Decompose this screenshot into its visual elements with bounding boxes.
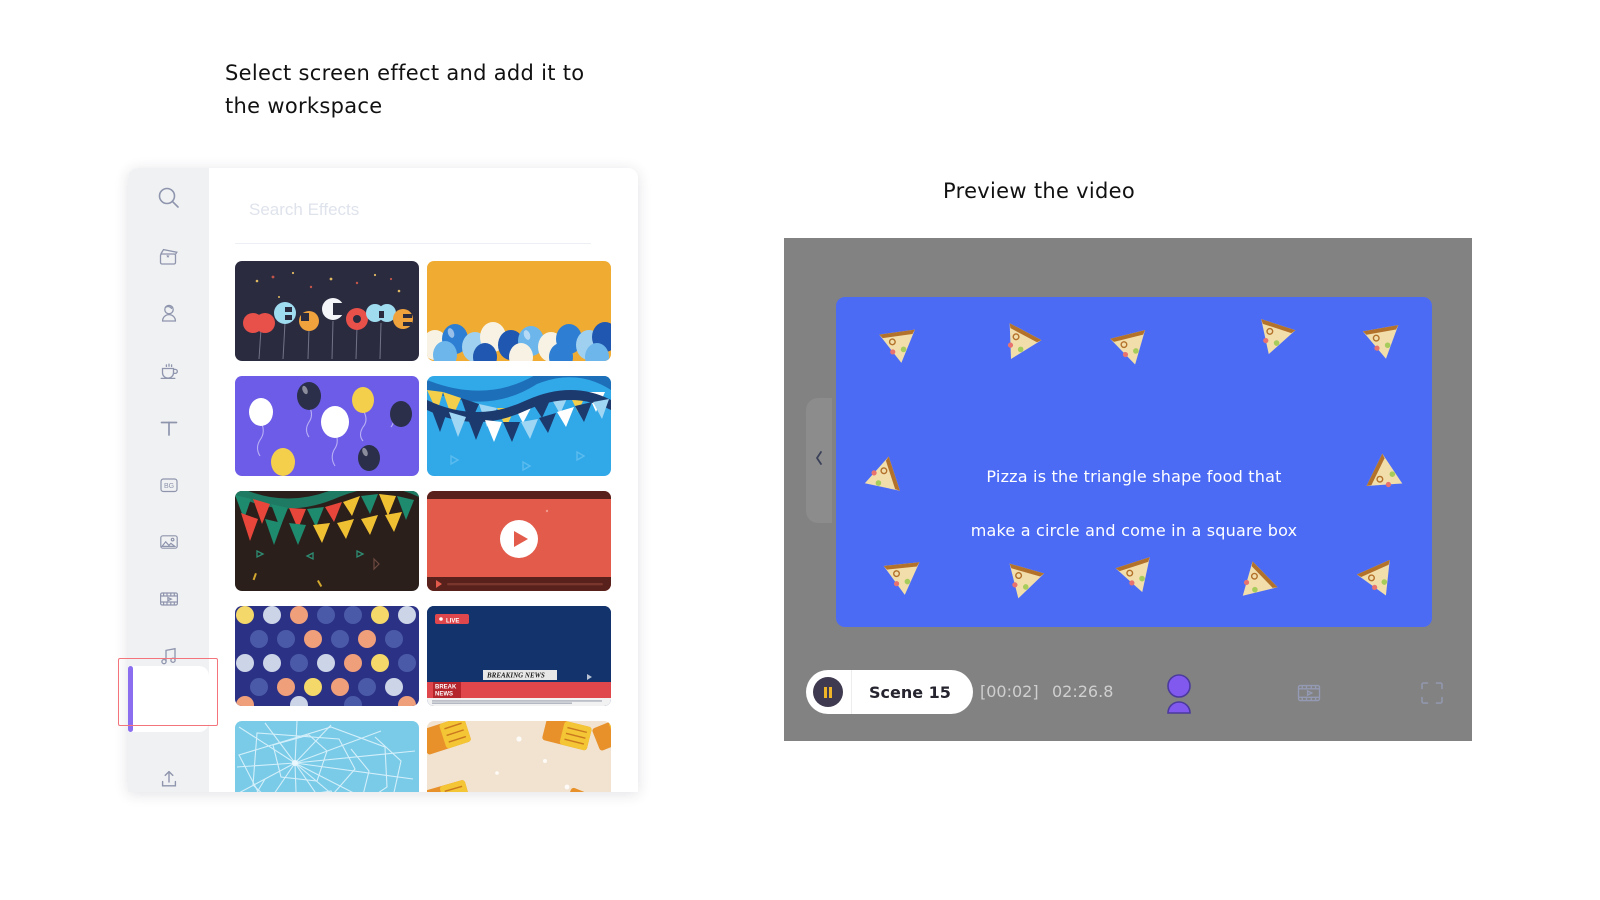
clapperboard-icon (157, 245, 181, 269)
sidebar-item-scenes[interactable] (128, 228, 209, 285)
pizza-slice (1108, 547, 1166, 605)
svg-text:BREAK: BREAK (435, 685, 457, 691)
effects-grid: LIVE BREAKING NEWS BREAK NEWS (235, 261, 620, 792)
current-time-label: [00:02] (980, 682, 1039, 701)
pizza-slice (878, 553, 929, 604)
pause-icon (823, 686, 834, 698)
caption-line-1: Pizza is the triangle shape food that (986, 467, 1282, 486)
pizza-slice (1245, 309, 1303, 367)
sidebar-item-search[interactable] (128, 168, 209, 228)
effect-thumbnail-polka-dots[interactable] (235, 606, 419, 706)
pizza-slice (1349, 550, 1410, 611)
pizza-slice (1356, 315, 1409, 368)
effects-browser: LIVE BREAKING NEWS BREAK NEWS (209, 168, 638, 792)
effect-thumbnail-film-tickets[interactable] (427, 721, 611, 792)
text-t-icon (157, 416, 181, 440)
coffee-cup-icon (157, 359, 181, 383)
film-strip-icon (157, 587, 181, 611)
tool-rail: BG (128, 168, 209, 792)
search-underline (235, 243, 591, 244)
effect-thumbnail-party-bunting-dark[interactable] (235, 491, 419, 591)
pause-button[interactable] (813, 677, 843, 707)
music-note-icon (157, 644, 181, 668)
collapse-panel-handle[interactable] (806, 398, 832, 523)
caption-line-2: make a circle and come in a square box (970, 521, 1298, 540)
effect-thumbnail-breaking-news[interactable]: LIVE BREAKING NEWS BREAK NEWS (427, 606, 611, 706)
expand-icon[interactable] (1417, 678, 1447, 713)
pizza-slice (873, 320, 925, 372)
search-input[interactable] (235, 196, 591, 232)
chevron-left-icon (814, 450, 824, 471)
search-icon (156, 185, 182, 211)
svg-text:NEWS: NEWS (435, 691, 453, 697)
pizza-slice (1103, 320, 1159, 376)
sidebar-item-characters[interactable] (128, 285, 209, 342)
sidebar-item-effects[interactable] (128, 684, 209, 746)
scene-chip[interactable]: Scene 15 (806, 670, 973, 714)
svg-text:BREAKING NEWS: BREAKING NEWS (486, 672, 545, 680)
sidebar-item-upload[interactable] (128, 750, 209, 792)
video-stage[interactable]: Pizza is the triangle shape food that ma… (836, 297, 1432, 627)
pizza-slice (995, 554, 1052, 611)
effect-thumbnail-broken-glass[interactable] (235, 721, 419, 792)
live-badge-text: LIVE (446, 618, 459, 624)
effect-thumbnail-video-player[interactable] (427, 491, 611, 591)
total-time-label: 02:26.8 (1052, 682, 1114, 701)
character-icon (157, 302, 181, 326)
effect-thumbnail-blue-balloons[interactable] (427, 261, 611, 361)
scene-label: Scene 15 (869, 682, 951, 702)
sidebar-item-text[interactable] (128, 399, 209, 456)
avatar-icon[interactable] (1158, 673, 1200, 722)
editor-panel: BG Search Effects LIVE BREAKING NEWS BRE… (128, 168, 638, 792)
effect-thumbnail-welcome-balloons[interactable] (235, 261, 419, 361)
pizza-slice (1222, 551, 1287, 616)
search-row (235, 196, 620, 244)
sidebar-item-music[interactable] (128, 627, 209, 684)
sidebar-item-background[interactable]: BG (128, 456, 209, 513)
svg-text:BG: BG (163, 483, 173, 490)
image-icon (157, 530, 181, 554)
film-strip-icon[interactable] (1294, 678, 1324, 713)
sidebar-item-video[interactable] (128, 570, 209, 627)
effect-thumbnail-purple-balloons[interactable] (235, 376, 419, 476)
right-instruction-caption: Preview the video (943, 179, 1136, 203)
effect-thumbnail-blue-bunting[interactable] (427, 376, 611, 476)
stage-caption-text: Pizza is the triangle shape food that ma… (836, 436, 1432, 544)
left-instruction-caption: Select screen effect and add it to the w… (225, 61, 585, 118)
pizza-slice (988, 313, 1050, 375)
sidebar-item-props[interactable] (128, 342, 209, 399)
playback-bar: Scene 15 [00:02] 02:26.8 (784, 645, 1472, 741)
video-preview-panel: Pizza is the triangle shape food that ma… (784, 238, 1472, 741)
sidebar-item-images[interactable] (128, 513, 209, 570)
bg-icon: BG (157, 473, 181, 497)
upload-icon (157, 767, 181, 791)
